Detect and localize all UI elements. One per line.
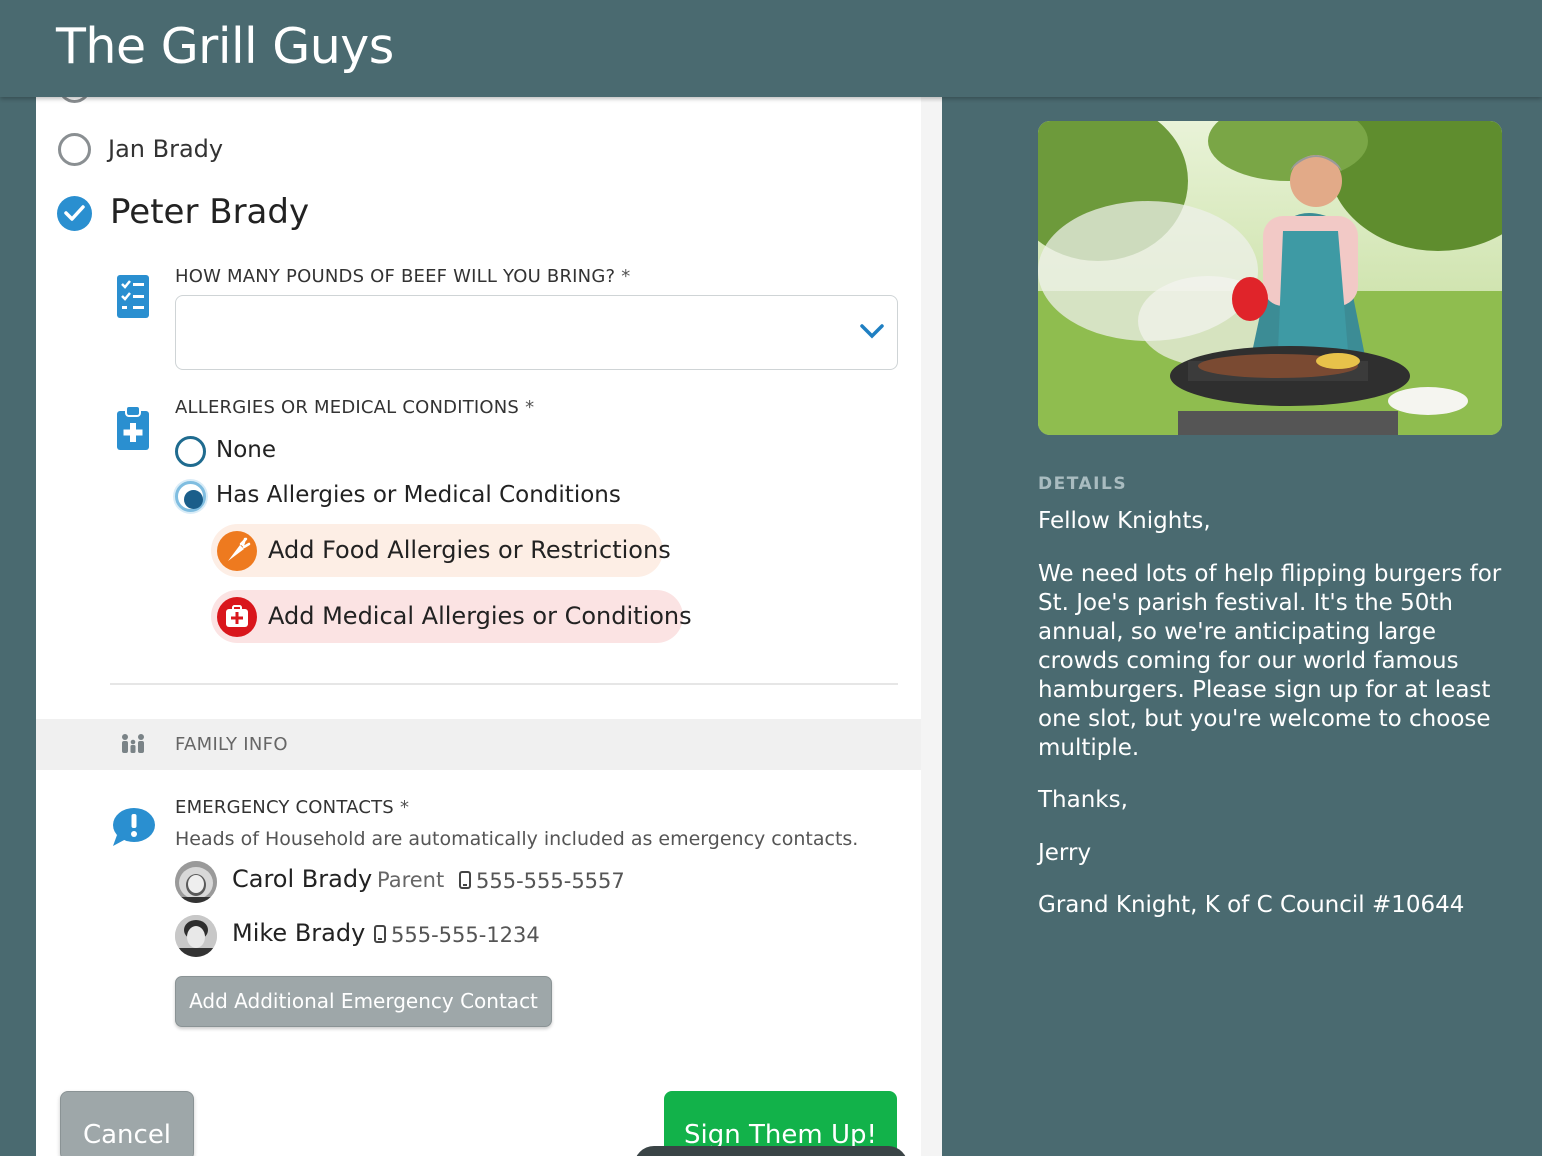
family-icon xyxy=(120,733,146,759)
option-label-none: None xyxy=(216,437,277,463)
contact-phone-mike: 555-555-1234 xyxy=(374,923,540,947)
beef-question-text: HOW MANY POUNDS OF BEEF WILL YOU BRING? xyxy=(175,266,616,287)
avatar-mike xyxy=(175,915,217,957)
add-medical-label: Add Medical Allergies or Conditions xyxy=(268,602,692,630)
contact-name-mike: Mike Brady xyxy=(232,919,366,947)
allergies-question-label: ALLERGIES OR MEDICAL CONDITIONS * xyxy=(175,397,534,418)
contact-phone-carol: 555-555-5557 xyxy=(459,869,625,893)
emergency-help-text: Heads of Household are automatically inc… xyxy=(175,828,859,850)
option-label-has: Has Allergies or Medical Conditions xyxy=(216,482,621,508)
allergies-question-text: ALLERGIES OR MEDICAL CONDITIONS xyxy=(175,397,520,418)
details-greeting: Fellow Knights, xyxy=(1038,508,1211,534)
radio-has-allergies[interactable] xyxy=(175,481,206,512)
phone-number: 555-555-1234 xyxy=(391,923,540,947)
avatar-carol xyxy=(175,861,217,903)
first-aid-kit-icon xyxy=(217,597,257,637)
section-divider xyxy=(110,683,898,685)
required-mark: * xyxy=(621,266,631,287)
family-info-label: FAMILY INFO xyxy=(175,734,288,755)
mobile-phone-icon xyxy=(374,925,386,943)
floating-bar xyxy=(634,1146,908,1156)
add-medical-allergies-button[interactable]: Add Medical Allergies or Conditions xyxy=(211,590,692,643)
alert-speech-bubble-icon xyxy=(111,807,155,851)
person-checkbox-peter[interactable] xyxy=(57,196,92,231)
beef-question-label: HOW MANY POUNDS OF BEEF WILL YOU BRING? * xyxy=(175,266,630,287)
radio-selected-dot xyxy=(184,490,203,509)
add-emergency-contact-button[interactable]: Add Additional Emergency Contact xyxy=(175,976,552,1027)
radio-none[interactable] xyxy=(175,436,206,467)
person-label-jan[interactable]: Jan Brady xyxy=(108,135,223,163)
required-mark: * xyxy=(399,797,410,818)
person-label-peter[interactable]: Peter Brady xyxy=(110,192,309,232)
beef-pounds-select[interactable] xyxy=(175,295,898,370)
phone-number: 555-555-5557 xyxy=(476,869,625,893)
details-label: DETAILS xyxy=(1038,474,1128,494)
event-photo xyxy=(1038,121,1502,435)
carrot-icon xyxy=(217,531,257,571)
left-gutter xyxy=(0,97,36,1156)
emergency-contacts-label: EMERGENCY CONTACTS * xyxy=(175,797,409,818)
details-signature: Jerry xyxy=(1038,840,1092,866)
cancel-button[interactable]: Cancel xyxy=(60,1091,194,1156)
page-title: The Grill Guys xyxy=(56,18,394,75)
app-header: The Grill Guys xyxy=(0,0,1542,97)
required-mark: * xyxy=(525,397,535,418)
details-body: We need lots of help flipping burgers fo… xyxy=(1038,561,1502,761)
mobile-phone-icon xyxy=(459,871,471,889)
details-signer-title: Grand Knight, K of C Council #10644 xyxy=(1038,892,1465,918)
chevron-down-icon xyxy=(860,324,884,339)
contact-name-carol: Carol Brady xyxy=(232,865,373,893)
contact-role-carol: Parent xyxy=(377,868,445,892)
family-info-section-header: FAMILY INFO xyxy=(36,719,921,770)
medical-clipboard-icon xyxy=(117,405,149,454)
add-food-label: Add Food Allergies or Restrictions xyxy=(268,536,671,564)
panel-edge xyxy=(921,97,942,1156)
check-icon xyxy=(64,205,85,221)
checklist-icon xyxy=(117,275,149,322)
add-food-allergies-button[interactable]: Add Food Allergies or Restrictions xyxy=(211,524,671,577)
person-radio-jan[interactable] xyxy=(58,133,91,166)
emergency-contacts-text: EMERGENCY CONTACTS xyxy=(175,797,394,818)
details-thanks: Thanks, xyxy=(1038,787,1128,813)
